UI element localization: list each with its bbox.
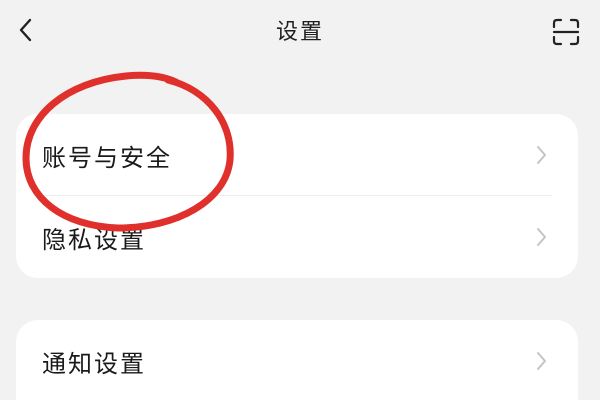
settings-item-label: 账号与安全 <box>42 143 172 172</box>
settings-item-account-security[interactable]: 账号与安全 <box>16 114 578 196</box>
chevron-right-icon <box>532 145 552 165</box>
scan-icon <box>552 18 580 46</box>
settings-item-notifications[interactable]: 通知设置 <box>16 320 578 400</box>
page-title: 设置 <box>275 20 324 45</box>
scan-button[interactable] <box>546 12 586 52</box>
settings-item-label: 通知设置 <box>42 349 146 378</box>
settings-group-notifications: 通知设置 <box>16 320 578 400</box>
top-bar: 设置 <box>0 0 600 64</box>
settings-item-label: 隐私设置 <box>42 225 146 254</box>
chevron-right-icon <box>532 227 552 247</box>
settings-item-privacy[interactable]: 隐私设置 <box>16 196 578 278</box>
settings-screen: 设置 账号与安全 隐私设置 通知设置 <box>0 0 600 400</box>
chevron-right-icon <box>532 351 552 371</box>
settings-group-account: 账号与安全 隐私设置 <box>16 114 578 278</box>
